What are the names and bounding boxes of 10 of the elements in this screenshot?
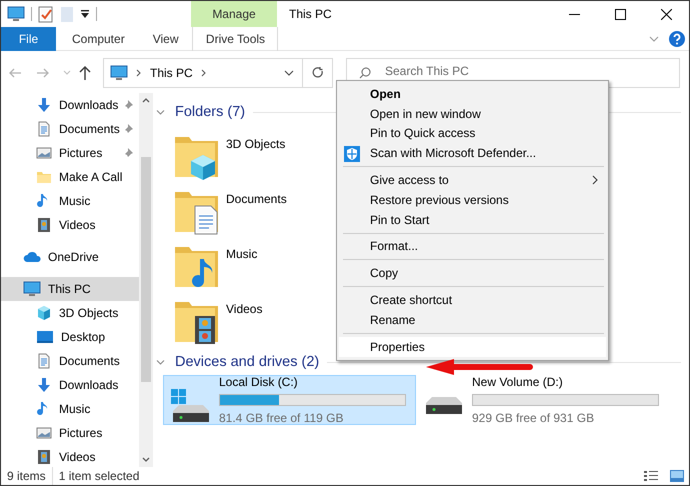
section-header: Folders (7) <box>175 102 246 122</box>
status-text: 9 items <box>1 467 53 485</box>
drive-name: New Volume (D:) <box>472 374 564 391</box>
drive-name: Local Disk (C:) <box>219 374 299 391</box>
free-space-text: 929 GB free of 931 GB <box>472 410 596 427</box>
section-header: Devices and drives (2) <box>175 352 320 372</box>
window-title: This PC <box>289 6 333 23</box>
contextual-tab-group-header: Manage <box>191 1 277 27</box>
free-space-text: 81.4 GB free of 119 GB <box>219 410 345 427</box>
status-text: 1 item selected <box>58 468 140 485</box>
